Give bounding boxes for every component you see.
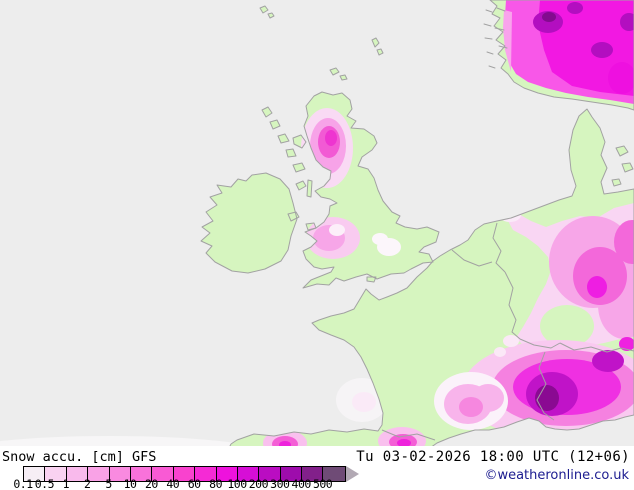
legend-bar: Snow accu. [cm] GFS 0.10.512510204060801…: [0, 446, 634, 490]
legend-title: Snow accu. [cm] GFS: [2, 449, 156, 465]
map-canvas: [0, 0, 634, 446]
copyright-label: ©weatheronline.co.uk: [484, 468, 629, 483]
weather-map-page: Snow accu. [cm] GFS 0.10.512510204060801…: [0, 0, 634, 490]
legend-value: 500: [310, 478, 336, 490]
timestamp-label: Tu 03-02-2026 18:00 UTC (12+06): [356, 449, 630, 465]
europe-snow-map: [0, 0, 634, 446]
